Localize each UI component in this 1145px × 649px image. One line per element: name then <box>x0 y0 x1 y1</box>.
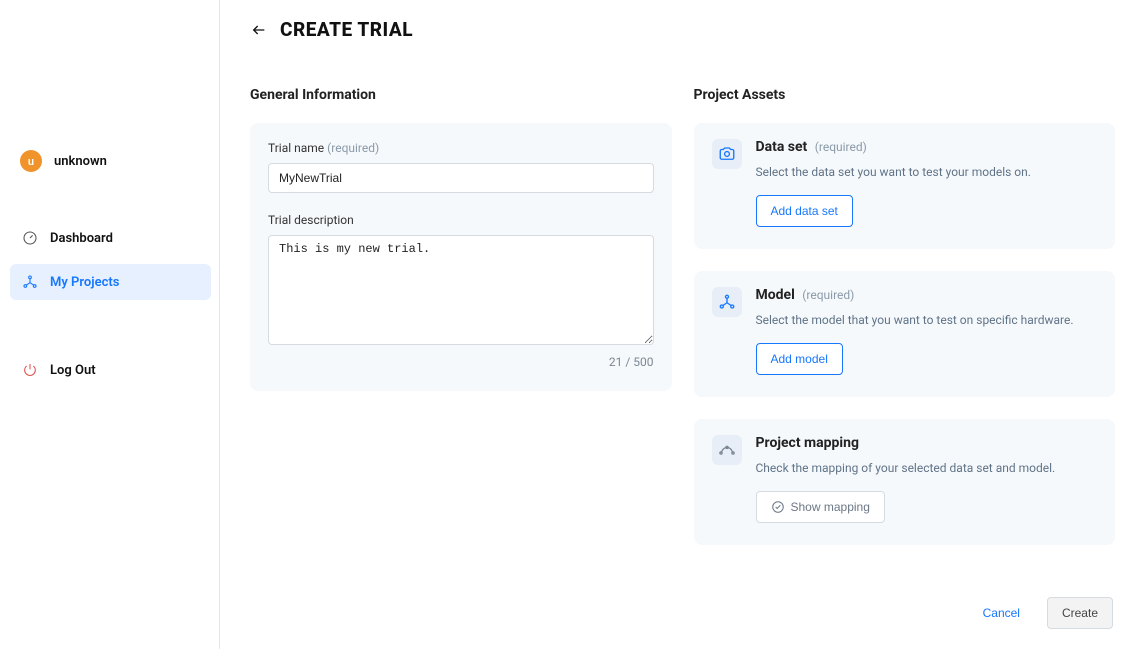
dataset-card: Data set (required) Select the data set … <box>694 123 1116 249</box>
avatar-letter: u <box>28 155 34 168</box>
mapping-icon <box>712 435 742 465</box>
model-icon <box>712 287 742 317</box>
dataset-title: Data set (required) <box>756 139 1098 155</box>
mapping-card: Project mapping Check the mapping of you… <box>694 419 1116 545</box>
avatar: u <box>20 150 42 172</box>
trial-name-label: Trial name (required) <box>268 141 654 155</box>
cancel-button[interactable]: Cancel <box>968 597 1035 629</box>
project-assets-column: Project Assets Data set (required) Selec… <box>694 87 1116 567</box>
projects-icon <box>22 274 38 290</box>
general-info-title: General Information <box>250 87 672 103</box>
sidebar-item-label: Log Out <box>50 363 96 378</box>
arrow-left-icon <box>251 22 267 38</box>
model-desc: Select the model that you want to test o… <box>756 313 1098 327</box>
user-name: unknown <box>54 154 107 169</box>
page-title: CREATE TRIAL <box>280 18 413 41</box>
trial-name-field: Trial name (required) <box>268 141 654 193</box>
sidebar-item-logout[interactable]: Log Out <box>10 352 211 388</box>
sidebar-item-label: My Projects <box>50 275 119 290</box>
add-dataset-button[interactable]: Add data set <box>756 195 853 227</box>
trial-description-field: Trial description 21 / 500 <box>268 213 654 369</box>
trial-name-input[interactable] <box>268 163 654 193</box>
sidebar-item-projects[interactable]: My Projects <box>10 264 211 300</box>
sidebar: u unknown Dashboard My Projects Log Out <box>0 0 220 649</box>
trial-description-label: Trial description <box>268 213 654 227</box>
power-icon <box>22 362 38 378</box>
required-hint: (required) <box>802 288 854 302</box>
sidebar-item-label: Dashboard <box>50 231 113 246</box>
trial-description-input[interactable] <box>268 235 654 345</box>
dataset-desc: Select the data set you want to test you… <box>756 165 1098 179</box>
general-info-column: General Information Trial name (required… <box>250 87 672 391</box>
show-mapping-button[interactable]: Show mapping <box>756 491 885 523</box>
required-hint: (required) <box>327 141 379 155</box>
page-header: CREATE TRIAL <box>250 18 1115 41</box>
camera-icon <box>712 139 742 169</box>
create-button[interactable]: Create <box>1047 597 1113 629</box>
mapping-title: Project mapping <box>756 435 1098 451</box>
check-circle-icon <box>771 500 785 514</box>
required-hint: (required) <box>815 140 867 154</box>
add-model-button[interactable]: Add model <box>756 343 843 375</box>
mapping-desc: Check the mapping of your selected data … <box>756 461 1098 475</box>
general-info-card: Trial name (required) Trial description … <box>250 123 672 391</box>
back-button[interactable] <box>250 21 268 39</box>
project-assets-title: Project Assets <box>694 87 1116 103</box>
sidebar-item-dashboard[interactable]: Dashboard <box>10 220 211 256</box>
dashboard-icon <box>22 230 38 246</box>
char-counter: 21 / 500 <box>268 355 654 369</box>
model-card: Model (required) Select the model that y… <box>694 271 1116 397</box>
model-title: Model (required) <box>756 287 1098 303</box>
main: CREATE TRIAL General Information Trial n… <box>220 0 1145 649</box>
footer-actions: Cancel Create <box>250 597 1115 629</box>
user-row: u unknown <box>10 146 211 176</box>
